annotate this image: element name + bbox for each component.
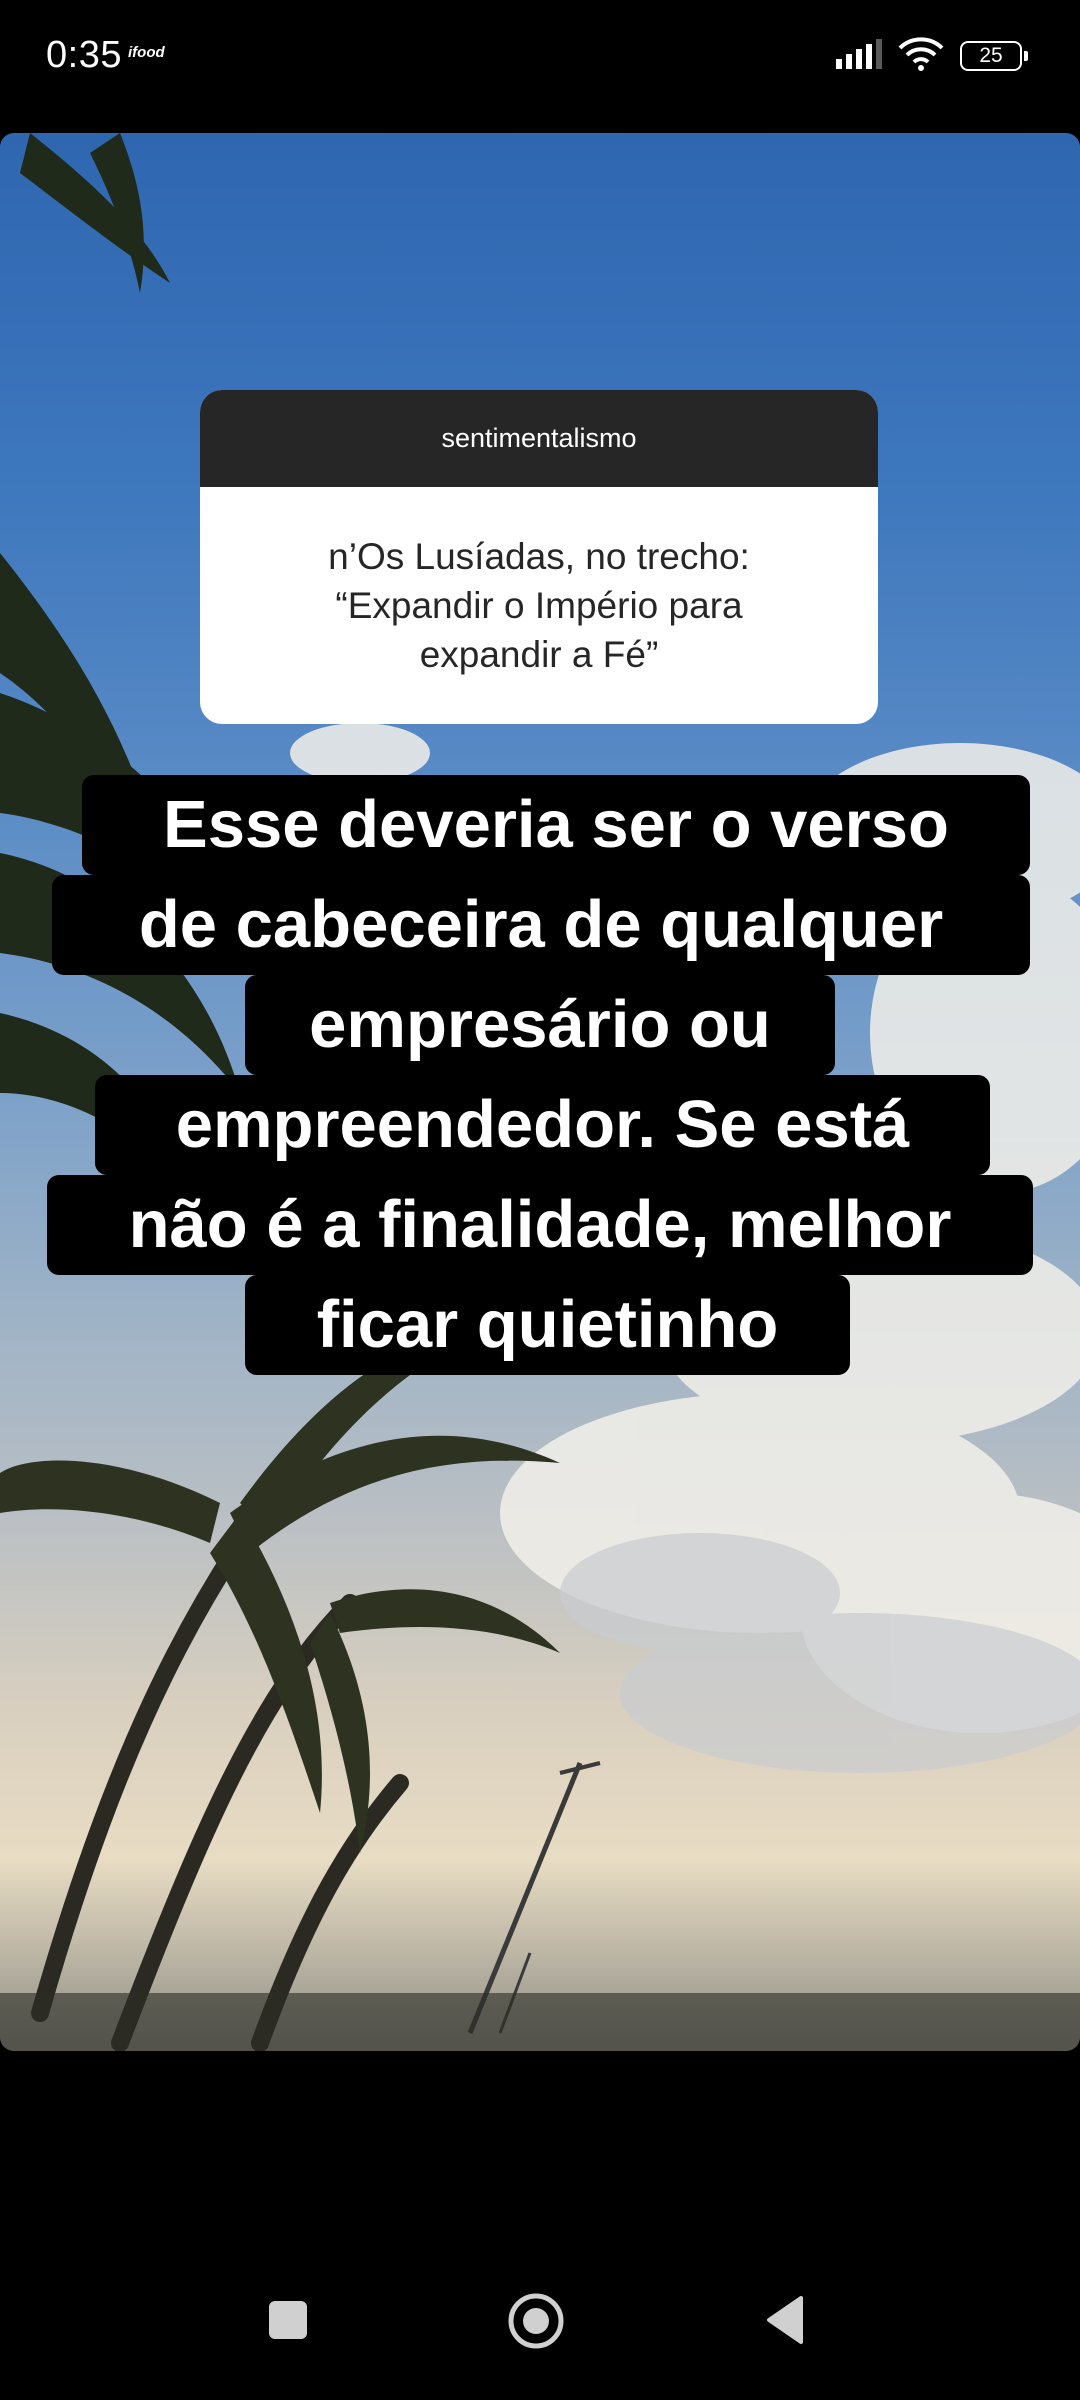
- caption-line: empreendedor. Se está: [95, 1075, 990, 1175]
- caption-line: de cabeceira de qualquer: [52, 875, 1030, 975]
- wifi-icon: [898, 36, 944, 76]
- status-time: 0:35: [46, 34, 122, 76]
- status-bar: 0:35 ifood 25: [0, 0, 1080, 120]
- caption-line: ficar quietinho: [245, 1275, 850, 1375]
- ifood-notification-icon: ifood: [128, 44, 165, 61]
- question-line: n’Os Lusíadas, no trecho:: [328, 536, 750, 577]
- question-author: sentimentalismo: [200, 390, 878, 487]
- question-line: “Expandir o Império para: [335, 585, 743, 626]
- caption-line: não é a finalidade, melhor: [47, 1175, 1033, 1275]
- home-circle-icon[interactable]: [505, 2290, 567, 2352]
- story-screen: 0:35 ifood 25 sentimentalismo n’Os Lusía…: [0, 0, 1080, 2400]
- battery-icon: 25: [960, 41, 1028, 71]
- signal-icon: [836, 38, 882, 74]
- battery-level: 25: [979, 44, 1003, 67]
- question-line: expandir a Fé”: [419, 634, 659, 675]
- question-text: n’Os Lusíadas, no trecho: “Expandir o Im…: [200, 487, 878, 724]
- question-sticker[interactable]: sentimentalismo n’Os Lusíadas, no trecho…: [200, 390, 878, 724]
- navigation-bar: [0, 2240, 1080, 2400]
- caption-line: Esse deveria ser o verso: [82, 775, 1030, 875]
- caption-line: empresário ou: [245, 975, 835, 1075]
- recents-square-icon[interactable]: [258, 2290, 318, 2350]
- back-triangle-icon[interactable]: [755, 2290, 815, 2350]
- status-icons: 25: [836, 36, 1028, 76]
